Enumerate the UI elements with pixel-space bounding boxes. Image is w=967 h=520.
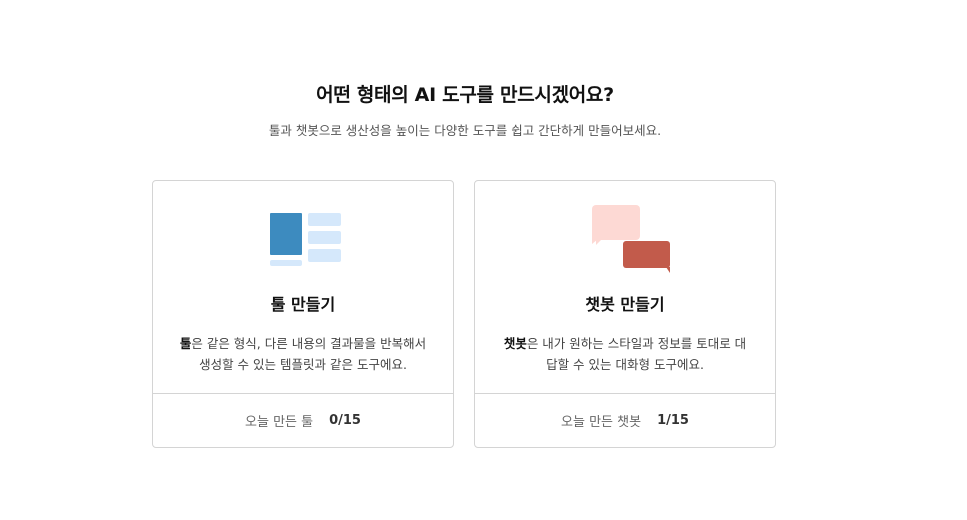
card-footer: 오늘 만든 챗봇 1/15 [475, 393, 775, 447]
card-description: 챗봇은 내가 원하는 스타일과 정보를 토대로 대 답할 수 있는 대화형 도구… [499, 333, 751, 375]
card-footer: 오늘 만든 툴 0/15 [153, 393, 453, 447]
card-title: 툴 만들기 [270, 295, 336, 314]
desc-bold: 툴 [179, 336, 192, 351]
chat-bubbles-icon [592, 205, 670, 273]
page-subtitle: 툴과 챗봇으로 생산성을 높이는 다양한 도구를 쉽고 간단하게 만들어보세요. [268, 123, 662, 138]
desc-line1: 은 같은 형식, 다른 내용의 결과물을 반복해서 [191, 336, 427, 351]
desc-line2: 답할 수 있는 대화형 도구에요. [546, 357, 704, 372]
footer-count: 0/15 [329, 413, 361, 428]
desc-bold: 챗봇 [503, 336, 527, 351]
create-chatbot-card[interactable]: 챗봇 만들기 챗봇은 내가 원하는 스타일과 정보를 토대로 대 답할 수 있는… [474, 180, 776, 448]
page-title: 어떤 형태의 AI 도구를 만드시겠어요? [316, 84, 614, 106]
footer-label: 오늘 만든 툴 [245, 415, 314, 430]
card-title: 챗봇 만들기 [585, 295, 665, 314]
desc-line1: 은 내가 원하는 스타일과 정보를 토대로 대 [526, 336, 747, 351]
footer-label: 오늘 만든 챗봇 [561, 415, 642, 430]
create-tool-card[interactable]: 툴 만들기 툴은 같은 형식, 다른 내용의 결과물을 반복해서 생성할 수 있… [152, 180, 454, 448]
card-description: 툴은 같은 형식, 다른 내용의 결과물을 반복해서 생성할 수 있는 템플릿과… [177, 333, 429, 375]
footer-count: 1/15 [657, 413, 689, 428]
tool-layout-icon [270, 213, 341, 266]
desc-line2: 생성할 수 있는 템플릿과 같은 도구에요. [199, 357, 407, 372]
